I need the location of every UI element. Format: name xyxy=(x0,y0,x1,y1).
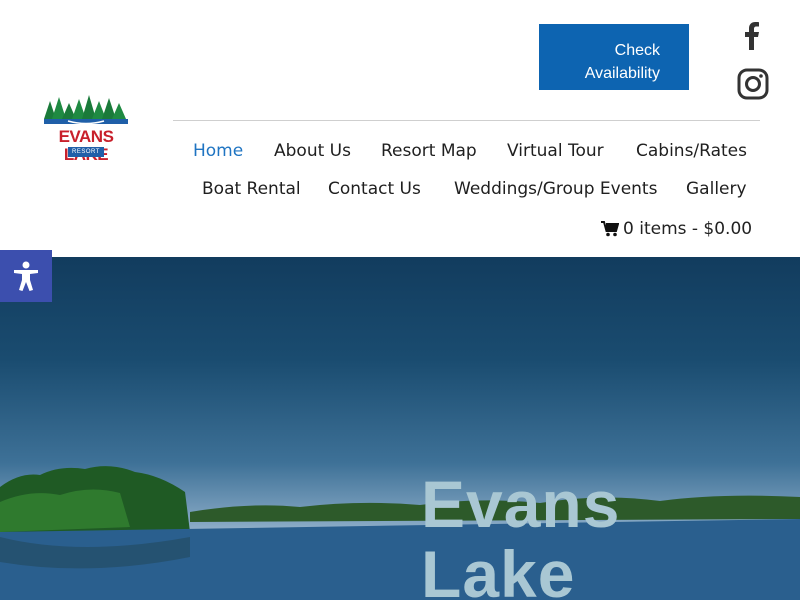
lake-landscape-graphic xyxy=(0,466,800,600)
logo-trees-graphic xyxy=(44,95,128,125)
nav-contact-us[interactable]: Contact Us xyxy=(328,178,421,200)
accessibility-toolbar-button[interactable] xyxy=(0,250,52,302)
site-logo[interactable]: EVANS LAKE RESORT xyxy=(38,95,134,165)
accessibility-icon xyxy=(14,261,38,291)
facebook-link[interactable] xyxy=(734,18,768,52)
nav-cabins-rates[interactable]: Cabins/Rates xyxy=(636,140,747,162)
hero-title-line1: Evans xyxy=(421,467,621,541)
cart-link[interactable]: 0 items - $0.00 xyxy=(601,218,752,240)
nav-about-us[interactable]: About Us xyxy=(274,140,351,162)
facebook-icon xyxy=(745,22,759,50)
nav-gallery[interactable]: Gallery xyxy=(686,178,747,200)
nav-boat-rental[interactable]: Boat Rental xyxy=(202,178,301,200)
nav-home[interactable]: Home xyxy=(193,140,243,162)
cart-summary: 0 items - $0.00 xyxy=(623,219,753,239)
hero-title-line2: Lake xyxy=(421,537,576,600)
instagram-link[interactable] xyxy=(736,67,770,101)
nav-resort-map[interactable]: Resort Map xyxy=(381,140,477,162)
nav-weddings-group-events[interactable]: Weddings/Group Events xyxy=(454,178,657,200)
shopping-cart-icon xyxy=(601,221,619,237)
check-availability-line1: Check xyxy=(614,42,660,59)
instagram-icon xyxy=(737,68,769,100)
check-availability-line2: Availability xyxy=(584,65,660,82)
header-divider xyxy=(173,120,760,121)
logo-subtitle: RESORT xyxy=(68,147,104,157)
nav-virtual-tour[interactable]: Virtual Tour xyxy=(507,140,604,162)
logo-wordmark: EVANS LAKE xyxy=(58,127,114,164)
site-header: EVANS LAKE RESORT Check Availability Hom… xyxy=(0,0,800,257)
check-availability-button[interactable]: Check Availability xyxy=(539,24,689,90)
hero-banner: Evans Lake xyxy=(0,257,800,600)
hero-title: Evans Lake xyxy=(421,469,620,600)
